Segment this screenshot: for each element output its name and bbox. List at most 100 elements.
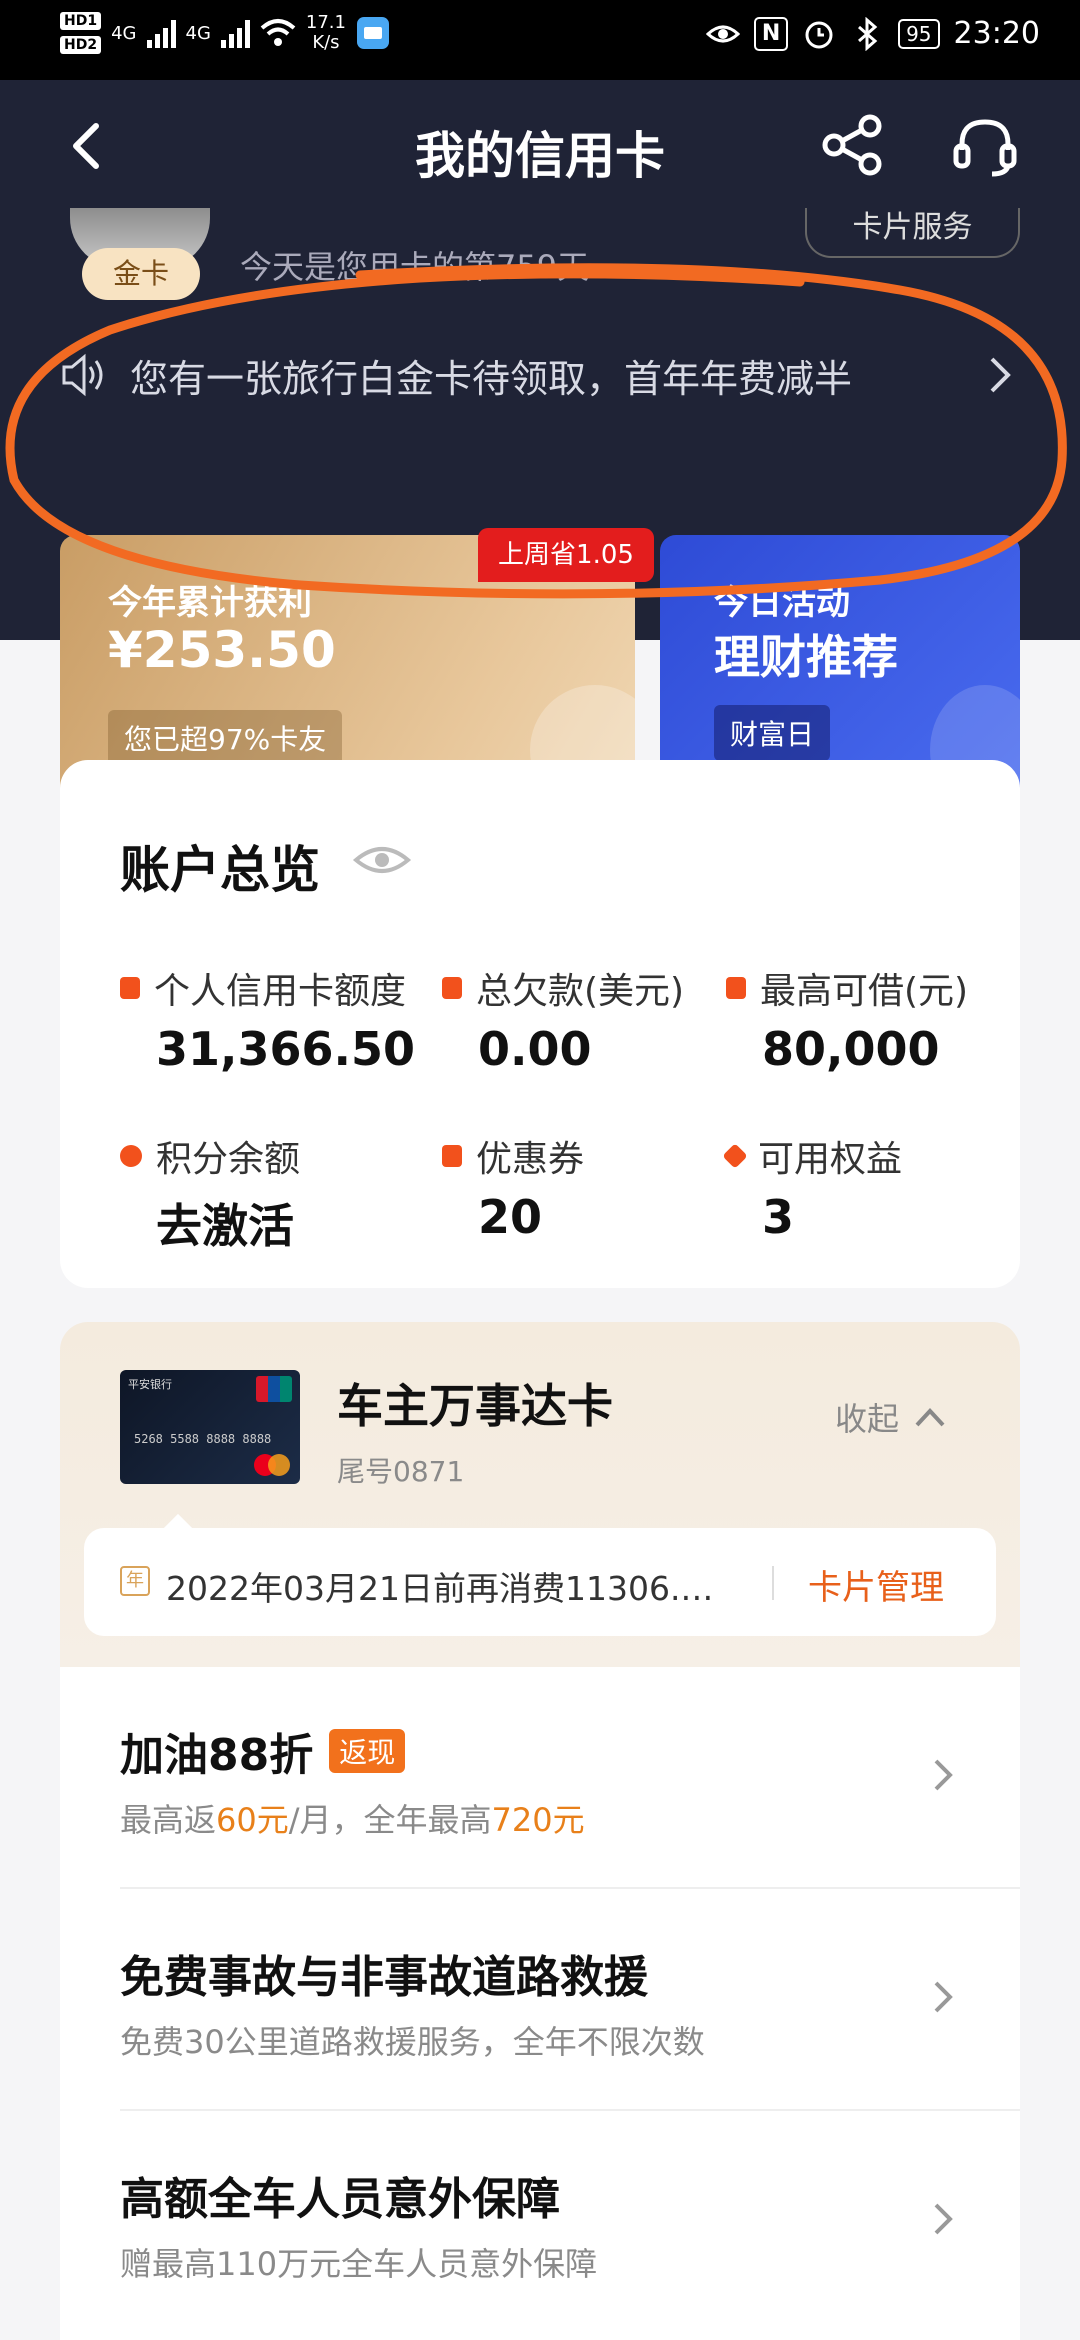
header: 我的信用卡 金卡 今天是您用卡的第759天 卡片服务 您有一张旅行白金卡待领取，… (0, 80, 1080, 805)
stat-points[interactable]: 积分余额 去激活 (120, 1130, 300, 1256)
card-days-text: 今天是您用卡的第759天 (240, 248, 590, 286)
notice-bar[interactable]: 您有一张旅行白金卡待领取，首年年费减半 (60, 345, 1020, 405)
battery-indicator: 95 (898, 18, 940, 49)
card-tail-number: 尾号0871 (337, 1455, 465, 1488)
benefit-title: 高额全车人员意外保障 (120, 2174, 560, 2225)
signal-1-icon (146, 18, 176, 48)
stat-max-borrow[interactable]: 最高可借(元) 80,000 (726, 962, 968, 1076)
activity-tag: 财富日 (714, 705, 831, 761)
benefit-subtitle: 最高返60元/月，全年最高720元 (120, 1795, 585, 1841)
hd2-label: HD2 (60, 36, 102, 54)
card-notice-text[interactable]: 2022年03月21日前再消费11306.… (166, 1562, 726, 1610)
benefit-accident-insurance[interactable]: 高额全车人员意外保障 赠最高110万元全车人员意外保障 (60, 2111, 1020, 2333)
diamond-icon (722, 1143, 748, 1169)
wifi-icon (260, 19, 296, 46)
activity-label: 今日活动 (714, 583, 850, 623)
sub-highlight: 720元 (491, 1801, 585, 1839)
profit-amount: ¥253.50 (108, 621, 336, 679)
weekly-save-badge: 上周省1.05 (478, 528, 654, 582)
benefit-title: 加油88折 返现 (120, 1719, 406, 1783)
chevron-right-icon (990, 357, 1011, 393)
stat-label: 积分余额 (156, 1139, 301, 1180)
stat-label: 可用权益 (758, 1139, 903, 1180)
status-left: HD1 HD2 4G 4G 17.1 K/s (60, 12, 390, 54)
benefit-subtitle: 赠最高110万元全车人员意外保障 (120, 2245, 598, 2283)
alarm-icon (805, 21, 833, 48)
network-2-label: 4G (185, 22, 211, 44)
stat-credit-limit[interactable]: 个人信用卡额度 31,366.50 (120, 962, 415, 1076)
nav-bar: 我的信用卡 (0, 80, 1080, 210)
account-overview-card: 账户总览 个人信用卡额度 31,366.50 总欠款(美元) 0.00 最高可借… (60, 760, 1020, 1288)
speed-unit: K/s (312, 32, 340, 53)
profit-label: 今年累计获利 (108, 583, 312, 623)
limit-icon (120, 977, 140, 999)
benefit-title-text: 加油88折 (120, 1730, 314, 1781)
stat-value: 去激活 (156, 1199, 294, 1253)
stat-label: 最高可借(元) (760, 971, 969, 1012)
chevron-up-icon (915, 1408, 945, 1427)
hd1-label: HD1 (60, 12, 102, 30)
status-right: N 95 23:20 (706, 16, 1040, 51)
stat-total-debt[interactable]: 总欠款(美元) 0.00 (442, 962, 684, 1076)
card-service-button[interactable]: 卡片服务 (805, 208, 1020, 258)
benefit-road-rescue[interactable]: 免费事故与非事故道路救援 免费30公里道路救援服务，全年不限次数 (60, 1889, 1020, 2111)
bookmark-icon (442, 977, 462, 999)
year-icon: 年 (120, 1566, 150, 1596)
stat-value: 80,000 (762, 1022, 940, 1076)
status-bar: HD1 HD2 4G 4G 17.1 K/s N 95 23:20 (0, 0, 1080, 80)
card-manage-button[interactable]: 卡片管理 (808, 1560, 944, 1609)
money-bag-icon (726, 977, 746, 999)
stat-label: 优惠券 (476, 1139, 585, 1180)
cashback-badge: 返现 (329, 1729, 406, 1773)
message-app-icon (356, 17, 389, 49)
card-name: 车主万事达卡 (337, 1379, 613, 1433)
stat-value: 20 (478, 1190, 543, 1244)
benefit-title: 免费事故与非事故道路救援 (120, 1952, 648, 2003)
stat-coupons[interactable]: 优惠券 20 (442, 1130, 584, 1244)
page-title: 我的信用卡 (415, 127, 665, 185)
gold-card-badge: 金卡 (82, 248, 200, 300)
sub-part: 最高返 (120, 1801, 217, 1839)
notice-text: 您有一张旅行白金卡待领取，首年年费减半 (130, 356, 853, 401)
stat-label: 总欠款(美元) (476, 971, 685, 1012)
hd-indicators: HD1 HD2 (60, 12, 102, 54)
card-number-image: 5268 5588 8888 8888 (134, 1432, 272, 1446)
sub-part: /月，全年最高 (288, 1801, 492, 1839)
benefits-list: 加油88折 返现 最高返60元/月，全年最高720元 免费事故与非事故道路救援 … (60, 1667, 1020, 2340)
eye-icon[interactable] (352, 838, 412, 882)
stat-value: 3 (762, 1190, 795, 1244)
unionpay-logo (256, 1376, 292, 1402)
nfc-icon: N (754, 16, 789, 51)
chevron-right-icon (934, 1981, 953, 2013)
overview-title: 账户总览 (120, 841, 320, 899)
profit-rank: 您已超97%卡友 (108, 710, 343, 766)
collapse-button[interactable]: 收起 (835, 1394, 947, 1440)
chevron-right-icon (934, 1759, 953, 1791)
collapse-label: 收起 (835, 1400, 900, 1438)
card-section: 平安银行 5268 5588 8888 8888 车主万事达卡 尾号0871 收… (60, 1322, 1020, 1667)
clock: 23:20 (953, 16, 1040, 51)
stat-value: 31,366.50 (156, 1022, 415, 1076)
benefit-subtitle: 免费30公里道路救援服务，全年不限次数 (120, 2023, 705, 2061)
credit-card-image[interactable]: 平安银行 5268 5588 8888 8888 (120, 1370, 300, 1484)
stat-value: 0.00 (478, 1022, 592, 1076)
chevron-right-icon (934, 2203, 953, 2235)
stat-label: 个人信用卡额度 (154, 971, 407, 1012)
speed-value: 17.1 (305, 12, 346, 33)
sub-highlight: 60元 (216, 1801, 289, 1839)
benefit-fuel-discount[interactable]: 加油88折 返现 最高返60元/月，全年最高720元 (60, 1667, 1020, 1889)
mastercard-logo-overlap (268, 1454, 290, 1476)
stat-benefits[interactable]: 可用权益 3 (722, 1130, 903, 1244)
signal-2-icon (220, 18, 250, 48)
card-notice: 年 2022年03月21日前再消费11306.… 卡片管理 (84, 1528, 996, 1636)
network-1-label: 4G (111, 22, 137, 44)
customer-service-button[interactable] (950, 112, 1020, 182)
net-speed: 17.1 K/s (306, 13, 346, 53)
activity-title: 理财推荐 (714, 630, 898, 684)
divider (772, 1566, 774, 1600)
eye-comfort-icon (706, 25, 741, 42)
bluetooth-icon (858, 16, 878, 51)
speaker-icon (62, 353, 103, 397)
share-button[interactable] (820, 112, 886, 178)
coupon-icon (442, 1145, 462, 1167)
